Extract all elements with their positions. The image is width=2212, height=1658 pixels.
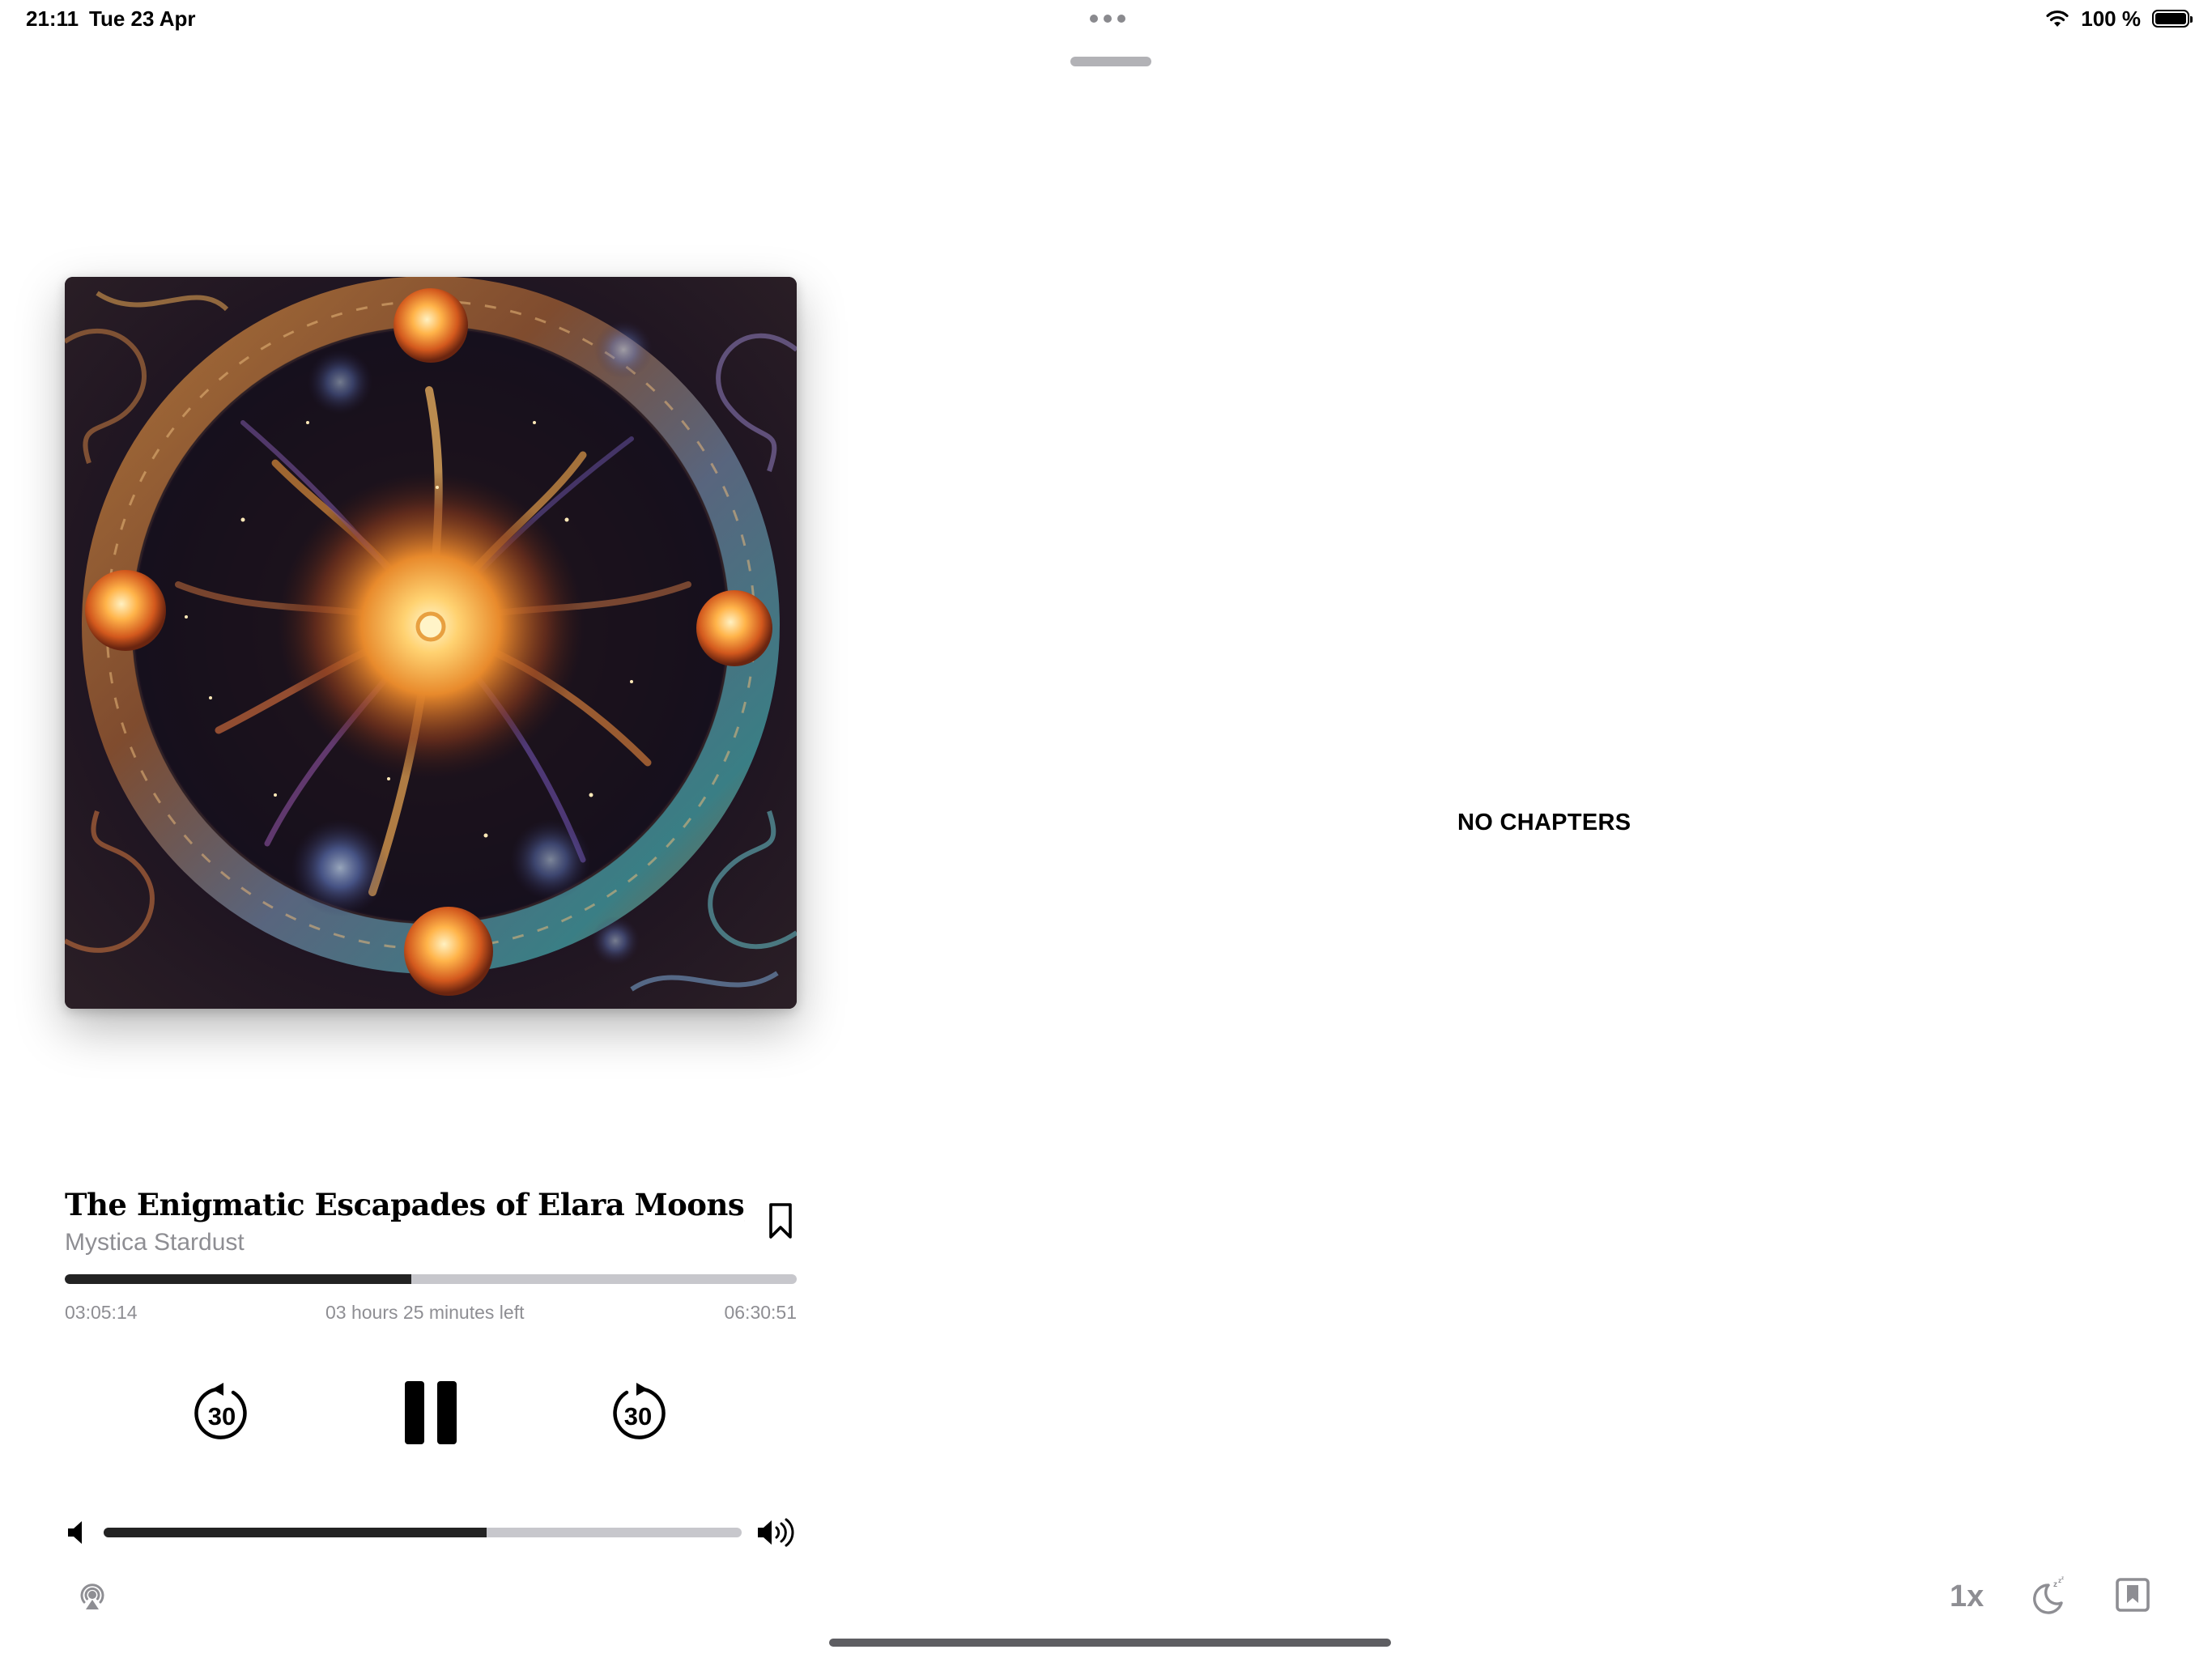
time-remaining: 03 hours 25 minutes left <box>325 1302 525 1323</box>
skip-forward-30-button[interactable]: 30 <box>609 1381 667 1443</box>
sleep-timer-button[interactable]: z z z <box>2031 1575 2068 1614</box>
pause-button[interactable] <box>405 1381 457 1444</box>
playback-progress-fill <box>65 1274 412 1284</box>
skip-forward-seconds: 30 <box>623 1402 653 1431</box>
svg-text:z: z <box>2053 1580 2057 1589</box>
sleep-timer-moon-icon: z z z <box>2033 1576 2064 1614</box>
elapsed-time: 03:05:14 <box>65 1302 138 1323</box>
battery-full-icon <box>2152 10 2193 28</box>
status-indicators: 100 % <box>2045 5 2193 32</box>
playback-speed-button[interactable]: 1x <box>1950 1579 1984 1614</box>
wifi-icon <box>2046 10 2069 27</box>
volume-low-icon <box>68 1521 82 1544</box>
bookmarks-list-icon <box>2116 1578 2150 1612</box>
status-date: Tue 23 Apr <box>89 6 196 31</box>
no-chapters-label: NO CHAPTERS <box>1457 810 1631 835</box>
home-indicator[interactable] <box>829 1639 1391 1647</box>
multitasking-dots-icon[interactable] <box>1090 13 1125 24</box>
bookmarks-list-button[interactable] <box>2115 1577 2150 1613</box>
add-bookmark-button[interactable] <box>764 1201 797 1242</box>
airplay-audio-icon <box>80 1584 104 1609</box>
airplay-button[interactable] <box>76 1580 108 1613</box>
status-time: 21:11 <box>26 6 79 31</box>
book-author[interactable]: Mystica Stardust <box>65 1227 245 1258</box>
sheet-grabber[interactable] <box>1070 57 1151 66</box>
svg-text:z: z <box>2061 1576 2064 1581</box>
skip-back-seconds: 30 <box>207 1402 236 1431</box>
skip-back-30-button[interactable]: 30 <box>193 1381 251 1443</box>
volume-slider-fill <box>104 1528 487 1537</box>
playback-progress-slider[interactable] <box>65 1274 797 1284</box>
player-screen: 21:11 Tue 23 Apr 100 % The Enigmatic Esc… <box>0 0 2212 1658</box>
book-title: The Enigmatic Escapades of Elara Moonspi… <box>65 1187 745 1222</box>
cover-artwork <box>65 277 797 1009</box>
battery-percentage: 100 % <box>2081 6 2141 31</box>
volume-high-icon <box>758 1518 794 1547</box>
cosmic-mandala-cover-art <box>65 277 797 1009</box>
bookmark-icon <box>769 1203 792 1239</box>
volume-slider[interactable] <box>104 1528 742 1537</box>
total-duration: 06:30:51 <box>724 1302 797 1323</box>
